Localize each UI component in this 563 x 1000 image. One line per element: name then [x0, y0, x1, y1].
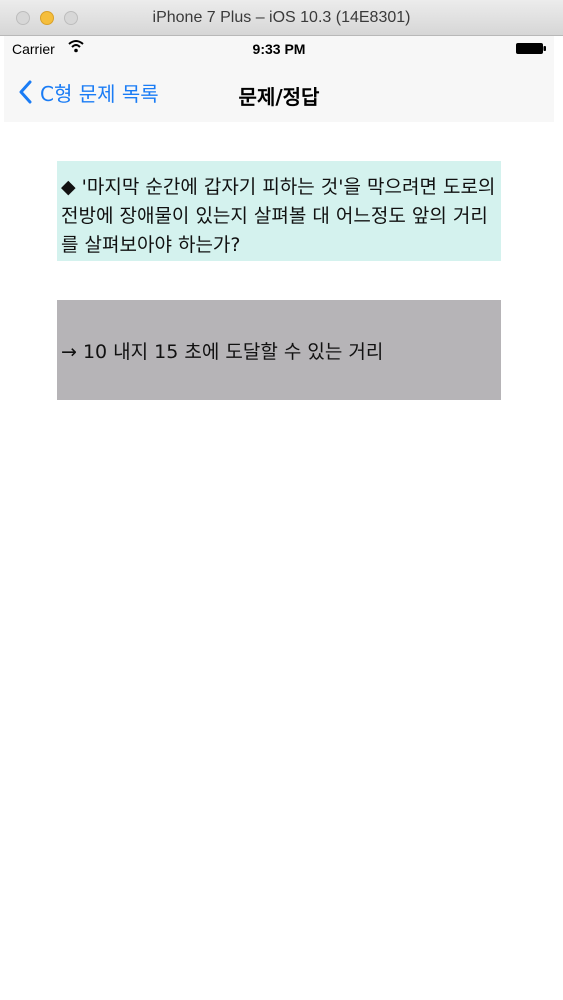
- window-title: iPhone 7 Plus – iOS 10.3 (14E8301): [152, 9, 411, 26]
- status-time: 9:33 PM: [252, 41, 306, 57]
- navigation-bar: C형 문제 목록 문제/정답: [4, 62, 554, 122]
- question-text: ◆ '마지막 순간에 갑자기 피하는 것'을 막으려면 도로의 전방에 장애물이…: [57, 161, 501, 261]
- device-screen: Carrier 9:33 PM C형 문제 목록 문제/정답 ◆ '마지막 순간…: [4, 36, 554, 1000]
- page-title: 문제/정답: [238, 85, 320, 109]
- status-bar: Carrier 9:33 PM: [4, 36, 554, 62]
- answer-text: → 10 내지 15 초에 도달할 수 있는 거리: [57, 300, 501, 400]
- battery-icon: [516, 43, 546, 54]
- simulator-title-bar: iPhone 7 Plus – iOS 10.3 (14E8301): [0, 0, 563, 36]
